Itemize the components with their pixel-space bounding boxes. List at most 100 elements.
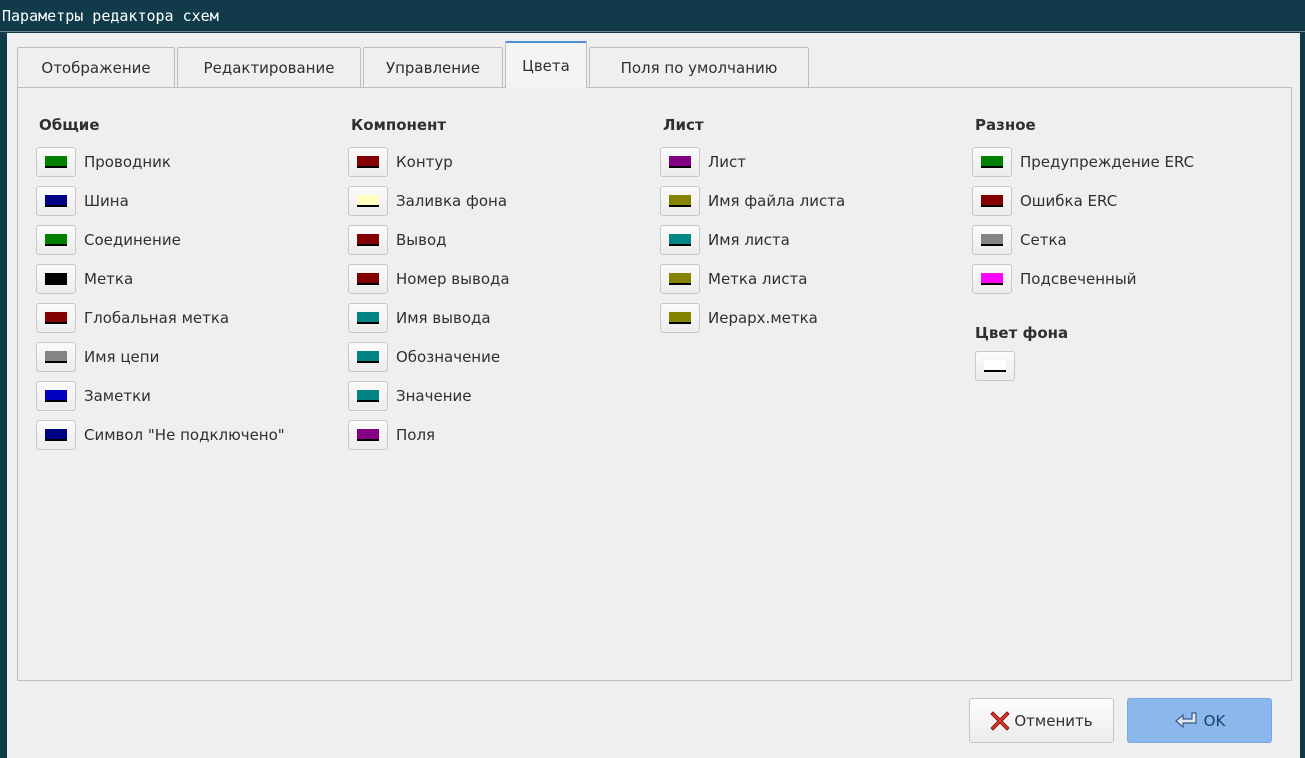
- color-swatch-button[interactable]: [348, 147, 388, 177]
- color-item-label: Метка листа: [708, 270, 808, 288]
- cancel-button[interactable]: Отменить: [969, 698, 1114, 743]
- component-color-item: Значение: [348, 380, 472, 412]
- tab-default-fields[interactable]: Поля по умолчанию: [589, 47, 809, 87]
- color-item-label: Имя вывода: [396, 309, 491, 327]
- color-swatch-button[interactable]: [36, 381, 76, 411]
- color-swatch: [669, 273, 691, 285]
- group-title-component: Компонент: [351, 116, 447, 134]
- color-swatch-button[interactable]: [36, 186, 76, 216]
- color-swatch: [45, 312, 67, 324]
- color-item-label: Заметки: [84, 387, 151, 405]
- ok-button[interactable]: OK: [1127, 698, 1272, 743]
- sheet-color-item: Иерарх.метка: [660, 302, 818, 334]
- color-swatch: [357, 273, 379, 285]
- color-swatch: [45, 429, 67, 441]
- color-swatch-button[interactable]: [348, 342, 388, 372]
- color-swatch-button[interactable]: [36, 264, 76, 294]
- misc-color-item: Предупреждение ERC: [972, 146, 1194, 178]
- color-swatch-button[interactable]: [660, 186, 700, 216]
- color-swatch: [981, 156, 1003, 168]
- color-item-label: Метка: [84, 270, 134, 288]
- color-swatch-button[interactable]: [660, 264, 700, 294]
- tab-control[interactable]: Управление: [363, 47, 503, 87]
- group-title-background: Цвет фона: [975, 324, 1069, 342]
- color-item-label: Номер вывода: [396, 270, 510, 288]
- color-swatch: [357, 351, 379, 363]
- background-color-item: [975, 350, 1015, 382]
- general-color-item: Проводник: [36, 146, 171, 178]
- color-swatch-button[interactable]: [36, 303, 76, 333]
- color-swatch-button[interactable]: [972, 264, 1012, 294]
- colors-panel: Общие Компонент Лист Разное Проводник Шин…: [17, 87, 1292, 681]
- color-swatch: [357, 312, 379, 324]
- color-swatch-button[interactable]: [348, 420, 388, 450]
- color-item-label: Контур: [396, 153, 453, 171]
- color-swatch-button[interactable]: [36, 225, 76, 255]
- color-swatch-button[interactable]: [36, 420, 76, 450]
- component-color-item: Номер вывода: [348, 263, 510, 295]
- color-swatch-button[interactable]: [36, 147, 76, 177]
- color-swatch-button[interactable]: [660, 147, 700, 177]
- sheet-color-item: Лист: [660, 146, 746, 178]
- color-item-label: Соединение: [84, 231, 181, 249]
- color-swatch-button[interactable]: [348, 264, 388, 294]
- color-swatch: [45, 195, 67, 207]
- color-swatch: [669, 195, 691, 207]
- return-arrow-icon: [1174, 710, 1200, 732]
- color-swatch: [669, 234, 691, 246]
- misc-color-item: Подсвеченный: [972, 263, 1136, 295]
- ok-button-label: OK: [1203, 711, 1226, 730]
- component-color-item: Имя вывода: [348, 302, 491, 334]
- color-item-label: Значение: [396, 387, 472, 405]
- color-item-label: Проводник: [84, 153, 171, 171]
- color-item-label: Подсвеченный: [1020, 270, 1137, 288]
- color-swatch: [669, 312, 691, 324]
- component-color-item: Заливка фона: [348, 185, 507, 217]
- color-swatch-button[interactable]: [972, 147, 1012, 177]
- group-title-misc: Разное: [975, 116, 1036, 134]
- general-color-item: Метка: [36, 263, 133, 295]
- window-title: Параметры редактора схем: [0, 0, 1305, 32]
- color-swatch: [357, 390, 379, 402]
- color-swatch-button[interactable]: [660, 225, 700, 255]
- component-color-item: Обозначение: [348, 341, 500, 373]
- color-swatch: [357, 234, 379, 246]
- tab-editing[interactable]: Редактирование: [177, 47, 361, 87]
- color-swatch: [357, 195, 379, 207]
- general-color-item: Символ "Не подключено": [36, 419, 285, 451]
- color-item-label: Имя листа: [708, 231, 790, 249]
- color-swatch: [45, 156, 67, 168]
- color-item-label: Лист: [708, 153, 747, 171]
- group-title-sheet: Лист: [663, 116, 704, 134]
- color-swatch: [45, 390, 67, 402]
- color-swatch-button[interactable]: [348, 225, 388, 255]
- color-swatch-button[interactable]: [972, 186, 1012, 216]
- color-item-label: Заливка фона: [396, 192, 508, 210]
- color-swatch-button[interactable]: [660, 303, 700, 333]
- misc-color-item: Ошибка ERC: [972, 185, 1117, 217]
- group-title-general: Общие: [39, 116, 100, 134]
- color-swatch-button[interactable]: [348, 303, 388, 333]
- general-color-item: Глобальная метка: [36, 302, 229, 334]
- tab-colors[interactable]: Цвета: [505, 41, 587, 88]
- color-swatch-button[interactable]: [348, 186, 388, 216]
- sheet-color-item: Имя листа: [660, 224, 790, 256]
- background-color-button[interactable]: [975, 351, 1015, 381]
- color-swatch: [45, 351, 67, 363]
- color-item-label: Имя файла листа: [708, 192, 846, 210]
- cancel-button-label: Отменить: [1014, 711, 1093, 730]
- color-item-label: Сетка: [1020, 231, 1067, 249]
- color-swatch-button[interactable]: [348, 381, 388, 411]
- color-swatch-button[interactable]: [36, 342, 76, 372]
- general-color-item: Шина: [36, 185, 129, 217]
- color-swatch-button[interactable]: [972, 225, 1012, 255]
- color-item-label: Символ "Не подключено": [84, 426, 285, 444]
- tab-display[interactable]: Отображение: [17, 47, 175, 87]
- component-color-item: Контур: [348, 146, 453, 178]
- component-color-item: Поля: [348, 419, 435, 451]
- color-swatch: [357, 429, 379, 441]
- cancel-x-icon: [990, 710, 1011, 732]
- general-color-item: Заметки: [36, 380, 151, 412]
- background-color-swatch: [984, 360, 1006, 372]
- color-item-label: Ошибка ERC: [1020, 192, 1118, 210]
